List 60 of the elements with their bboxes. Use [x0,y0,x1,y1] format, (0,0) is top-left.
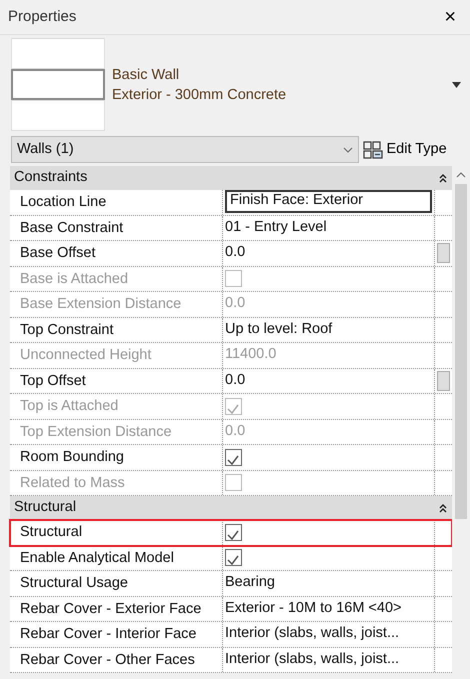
edit-type-button[interactable]: Edit Type [359,138,451,160]
spinner-handle[interactable] [437,370,450,390]
property-label: Top Extension Distance [10,420,223,444]
property-row[interactable]: Room Bounding [10,445,452,470]
property-label: Unconnected Height [10,343,223,368]
checkbox[interactable] [225,448,242,466]
property-row[interactable]: Structural Usage Bearing [10,571,452,596]
property-value[interactable]: Up to level: Roof [225,318,332,341]
property-label: Location Line [10,190,223,214]
checkbox[interactable] [225,524,242,541]
property-label: Base Extension Distance [10,292,223,316]
panel-title: Properties [8,6,76,27]
family-name: Basic Wall [112,66,180,84]
property-value: 11400.0 [225,345,276,364]
edit-type-icon [363,140,383,158]
checkbox[interactable] [225,549,242,566]
property-label: Enable Analytical Model [10,546,223,570]
chevron-down-icon [343,146,353,152]
property-label: Room Bounding [10,445,223,470]
property-label: Rebar Cover - Exterior Face [10,596,223,621]
property-value[interactable]: Exterior - 10M to 16M <40> [225,598,402,620]
property-row[interactable]: Location Line Finish Face: Exterior [10,190,452,216]
property-value[interactable]: Interior (slabs, walls, joist... [225,648,400,671]
section-header[interactable]: Structural [10,496,452,520]
property-row[interactable]: Rebar Cover - Exterior Face Exterior - 10M to 16M <40> [10,596,452,622]
property-label: Structural [10,520,223,544]
property-label: Base Constraint [10,216,223,240]
property-value[interactable]: 0.0 [225,242,246,264]
value-field[interactable]: Finish Face: Exterior [225,190,432,213]
property-label: Base Offset [10,241,223,266]
spinner-handle[interactable] [437,243,450,263]
property-value[interactable]: Bearing [225,572,275,594]
property-label: Rebar Cover - Interior Face [10,622,223,646]
property-label: Top Constraint [10,318,223,342]
property-label: Rebar Cover - Other Faces [10,648,223,672]
highlighted-row[interactable]: Structural [10,520,452,546]
property-value: 0.0 [225,294,246,314]
property-label: Top Offset [10,368,223,393]
property-row[interactable]: Base Offset 0.0 [10,241,452,266]
property-value[interactable]: 0.0 [225,370,246,392]
property-label: Base is Attached [10,266,223,291]
property-row[interactable]: Rebar Cover - Other Faces Interior (slabs, walls, joist... [10,648,452,673]
property-row[interactable]: Rebar Cover - Interior Face Interior (slabs, walls, joist... [10,622,452,648]
property-row[interactable]: Enable Analytical Model [10,546,452,571]
close-button[interactable]: × [438,7,462,27]
section-header[interactable]: Constraints [10,166,452,190]
property-row[interactable]: Top Constraint Up to level: Roof [10,318,452,343]
property-label: Structural Usage [10,571,223,596]
property-value: 0.0 [225,422,246,441]
property-label: Top is Attached [10,394,223,418]
filter-dropdown[interactable]: Walls (1) [11,136,359,163]
property-row[interactable]: Base Constraint 01 - Entry Level [10,216,452,241]
property-value[interactable]: 01 - Entry Level [225,216,327,239]
dropdown-arrow-icon[interactable] [452,82,461,88]
property-row[interactable]: Top Offset 0.0 [10,368,452,394]
property-label: Related to Mass [10,470,223,495]
property-value[interactable]: Interior (slabs, walls, joist... [225,623,400,646]
collapse-icon [438,173,448,183]
collapse-icon [438,503,448,513]
type-name: Exterior - 300mm Concrete [112,86,288,104]
